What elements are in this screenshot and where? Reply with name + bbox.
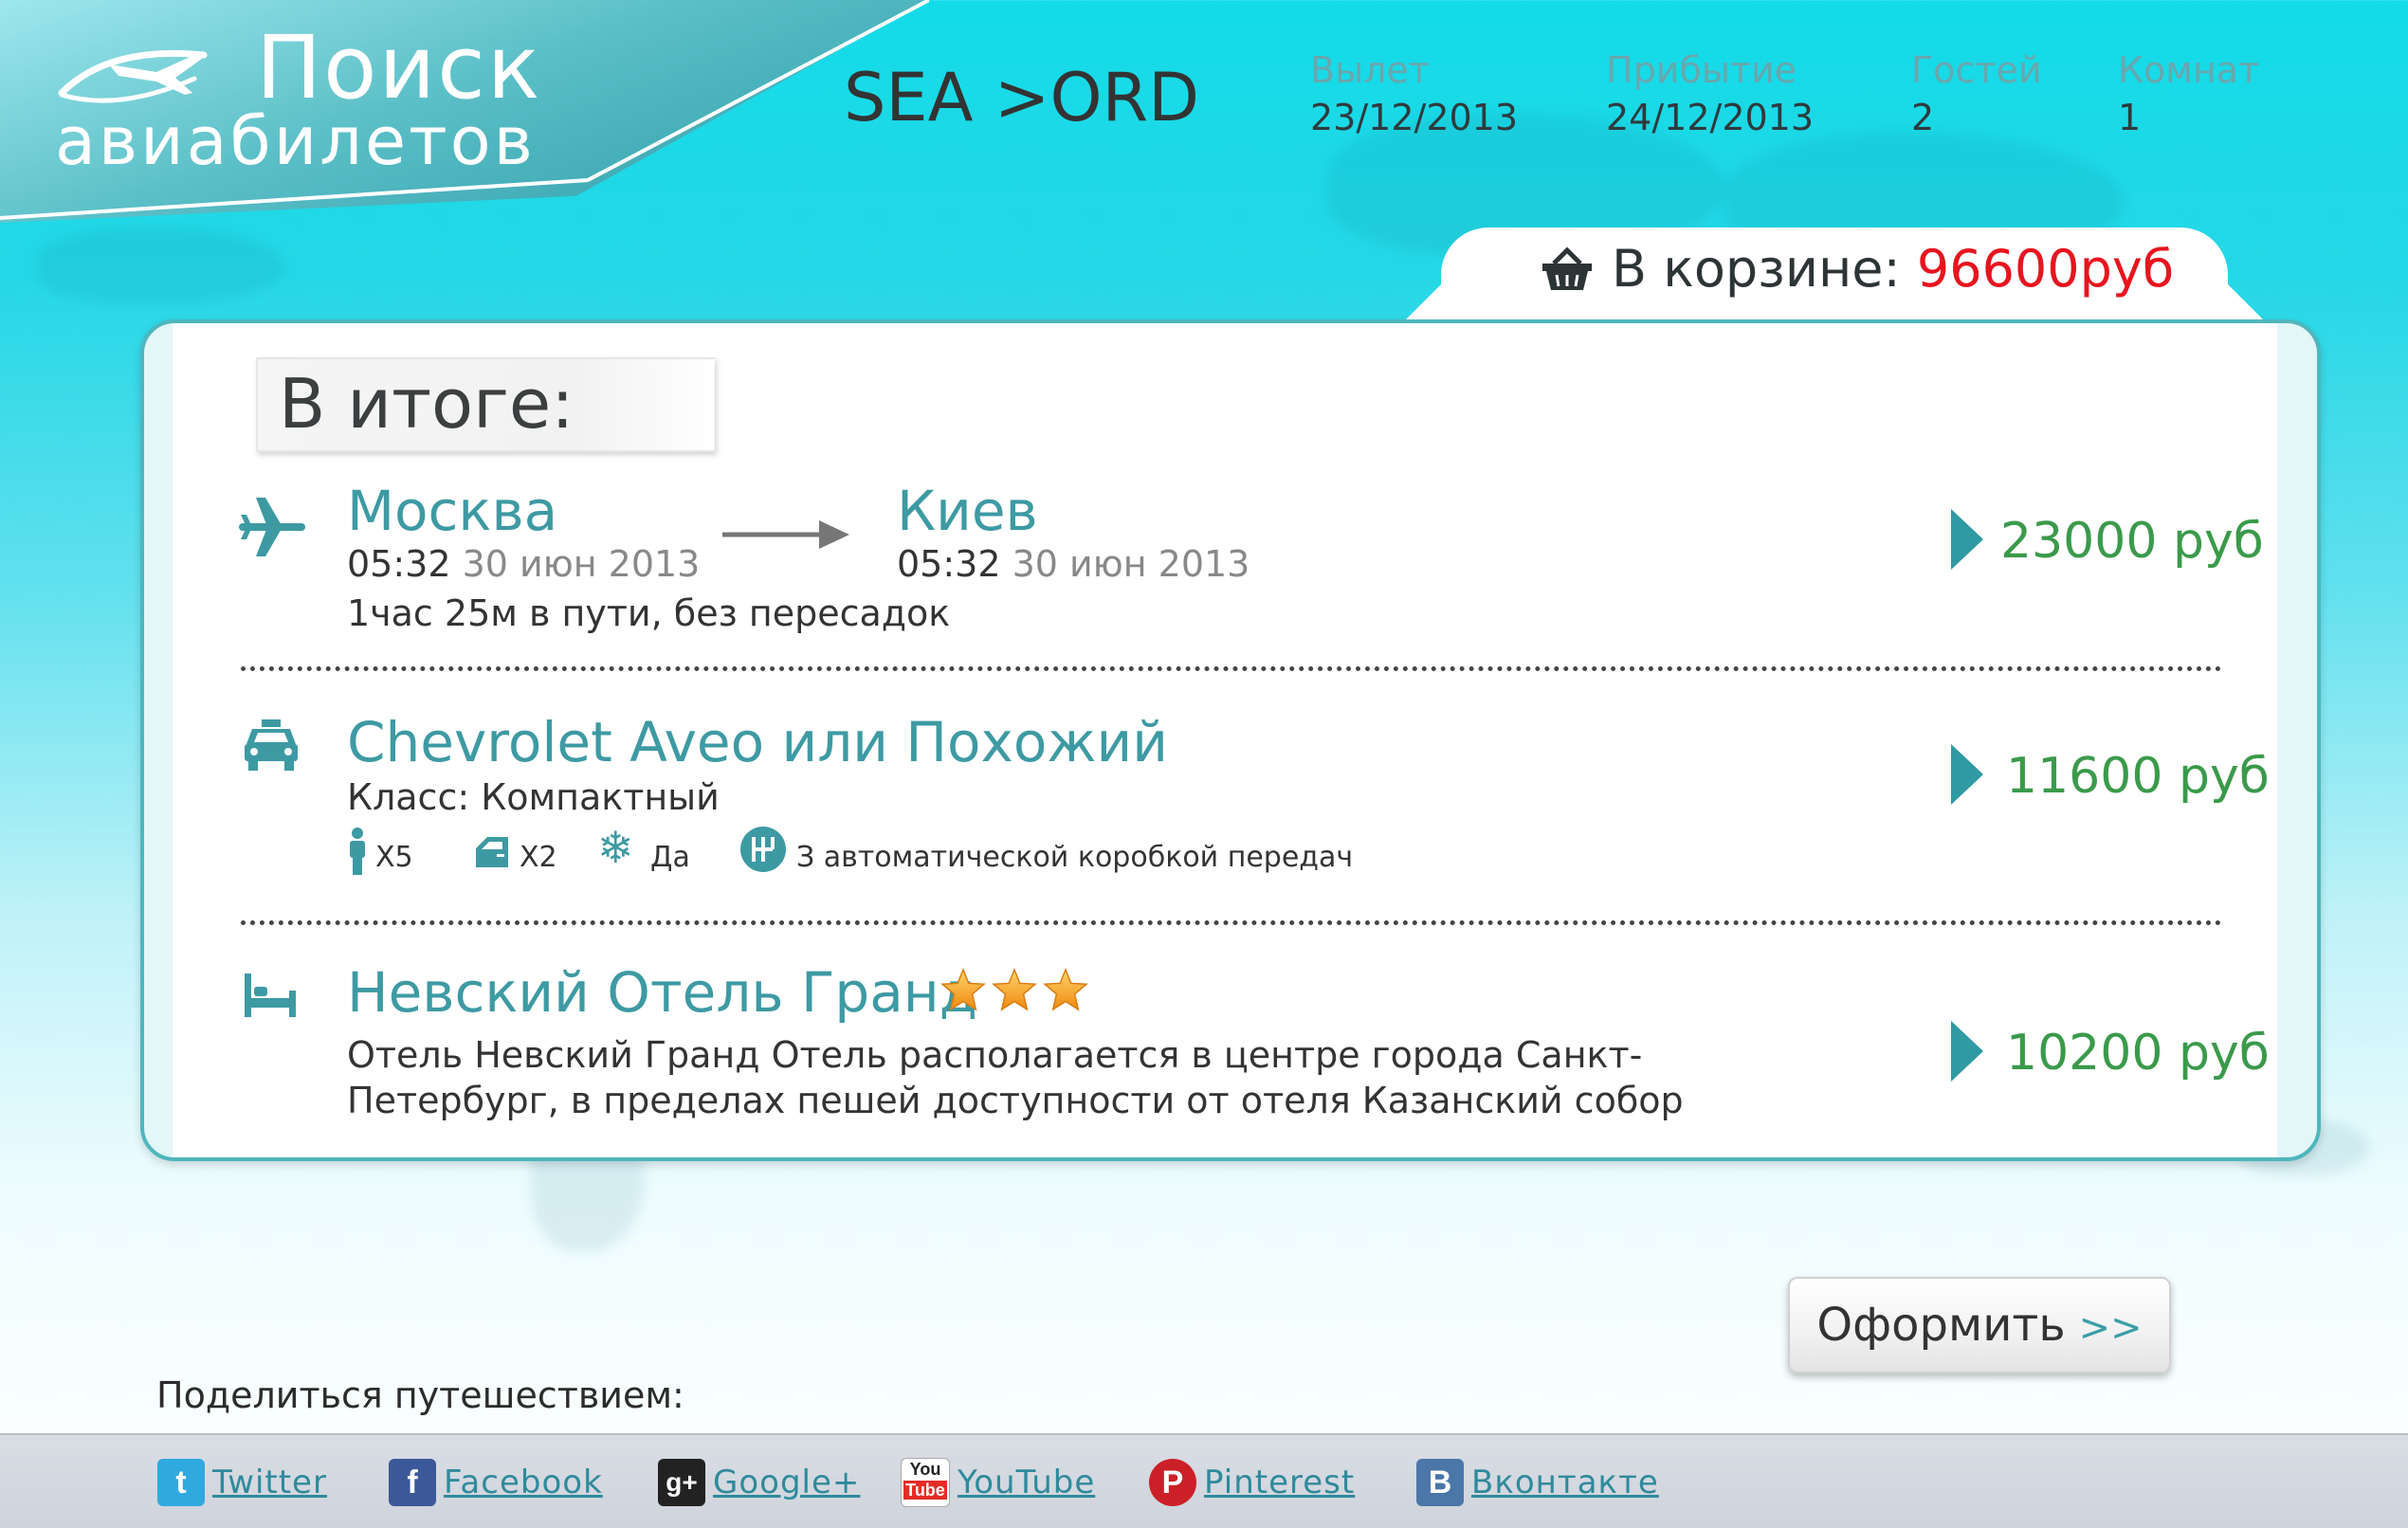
hotel-rating (940, 968, 1094, 1016)
divider (241, 920, 2222, 925)
guests-value: 2 (1911, 97, 1935, 138)
order-button[interactable]: Оформить >> (1788, 1277, 2171, 1373)
facebook-label: Facebook (444, 1464, 603, 1501)
plane-icon (239, 498, 305, 556)
star-icon (992, 968, 1037, 1011)
flight-price: 23000 руб (2000, 513, 2264, 570)
twitter-link[interactable]: t Twitter (157, 1456, 327, 1509)
car-passengers: X5 (375, 841, 413, 874)
car-class: Класс: Компактный (347, 776, 720, 818)
car-doors: X2 (520, 841, 557, 874)
facebook-link[interactable]: f Facebook (389, 1456, 603, 1509)
car-ac: Да (650, 841, 690, 874)
hotel-title: Невский Отель Гранд (347, 960, 977, 1025)
flight-to-city: Киев (897, 479, 1038, 543)
world-map-shape (38, 227, 284, 303)
price-arrow-icon (1951, 744, 1983, 805)
star-icon (1043, 968, 1088, 1011)
divider (241, 666, 2222, 671)
basket-icon (1542, 246, 1592, 290)
twitter-icon: t (157, 1459, 205, 1506)
rooms-info: Комнат 1 (2118, 49, 2259, 138)
summary-card: В итоге: Москва 05:32 30 июн 2013 Киев 0… (140, 319, 2321, 1161)
snowflake-icon: ❄ (597, 823, 634, 872)
price-arrow-icon (1951, 1021, 1983, 1082)
google-plus-icon: g+ (658, 1459, 705, 1506)
flight-from-city: Москва (347, 479, 558, 543)
arrival-label: Прибытие (1606, 49, 1797, 91)
gearbox-icon (740, 827, 786, 872)
guests-info: Гостей 2 (1911, 49, 2042, 138)
car-door-icon (476, 837, 508, 867)
flight-from-datetime: 05:32 30 июн 2013 (347, 543, 700, 585)
car-transmission: З автоматической коробкой передач (796, 841, 1354, 874)
flight-to-time: 05:32 (897, 543, 1001, 585)
cart-text: В корзине: 96600руб (1612, 239, 2174, 299)
summary-title: В итоге: (256, 357, 715, 452)
flight-duration: 1час 25м в пути, без пересадок (347, 592, 951, 634)
guests-label: Гостей (1911, 49, 2042, 91)
person-icon (350, 828, 365, 875)
bed-icon (245, 973, 296, 1017)
flight-to-date: 30 июн 2013 (1012, 543, 1250, 585)
flight-from-time: 05:32 (347, 543, 451, 585)
departure-value: 23/12/2013 (1310, 97, 1519, 138)
star-icon (940, 968, 986, 1011)
cart-total: 96600руб (1916, 239, 2175, 299)
youtube-link[interactable]: You Tube YouTube (901, 1456, 1095, 1509)
twitter-label: Twitter (212, 1464, 327, 1501)
google-plus-link[interactable]: g+ Google+ (658, 1456, 860, 1509)
pinterest-link[interactable]: P Pinterest (1149, 1456, 1355, 1509)
youtube-label: YouTube (958, 1464, 1096, 1501)
logo-title-line2: авиабилетов (55, 102, 536, 180)
cart-label: В корзине: (1612, 239, 1901, 299)
pinterest-label: Pinterest (1204, 1464, 1356, 1501)
car-price: 11600 руб (2006, 748, 2270, 805)
taxi-icon (245, 719, 298, 771)
price-arrow-icon (1951, 509, 1983, 570)
share-label: Поделиться путешествием: (156, 1374, 684, 1416)
vk-icon: B (1416, 1459, 1464, 1506)
summary-card-body: В итоге: Москва 05:32 30 июн 2013 Киев 0… (173, 323, 2277, 1157)
departure-label: Вылет (1310, 49, 1430, 91)
vk-link[interactable]: B Вконтакте (1416, 1456, 1659, 1509)
rooms-value: 1 (2118, 97, 2142, 138)
google-plus-label: Google+ (713, 1464, 861, 1501)
youtube-icon: You Tube (901, 1458, 950, 1507)
hotel-price: 10200 руб (2006, 1025, 2270, 1082)
arrival-info: Прибытие 24/12/2013 (1606, 49, 1814, 138)
arrival-value: 24/12/2013 (1606, 97, 1815, 138)
flight-to-datetime: 05:32 30 июн 2013 (897, 543, 1250, 585)
social-bar: t Twitter f Facebook g+ Google+ You Tube … (0, 1433, 2408, 1528)
route-title: SEA >ORD (844, 59, 1200, 136)
cart-summary[interactable]: В корзине: 96600руб (1441, 227, 2228, 322)
facebook-icon: f (389, 1459, 436, 1506)
rooms-label: Комнат (2118, 49, 2260, 91)
order-button-label: Оформить (1816, 1299, 2066, 1352)
flight-from-date: 30 июн 2013 (462, 543, 701, 585)
car-title: Chevrolet Aveo или Похожий (347, 710, 1168, 774)
vk-label: Вконтакте (1471, 1464, 1659, 1501)
double-chevron-icon: >> (2078, 1306, 2143, 1350)
pinterest-icon: P (1149, 1459, 1196, 1506)
arrow-right-icon (722, 520, 849, 549)
hotel-description: Отель Невский Гранд Отель располагается … (347, 1034, 1684, 1121)
departure-info: Вылет 23/12/2013 (1310, 49, 1518, 138)
